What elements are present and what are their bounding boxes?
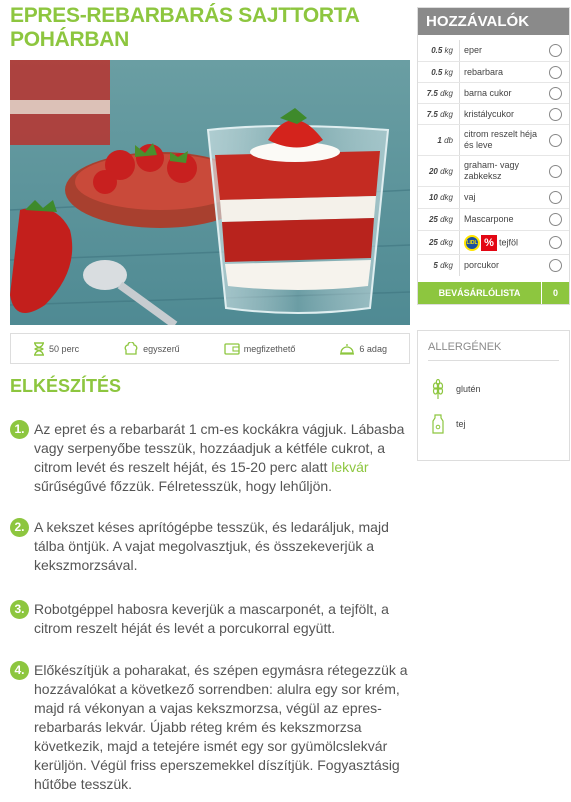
ingredient-qty: 0.5 kg (431, 46, 453, 55)
milk-icon (432, 414, 444, 434)
ingredient-row[interactable]: 25 dkg Mascarpone (418, 208, 569, 230)
step-text: Robotgéppel habosra keverjük a mascarpon… (34, 601, 389, 636)
ingredient-row[interactable]: 10 dkg vaj (418, 186, 569, 208)
ingredient-checkbox[interactable] (549, 133, 562, 147)
wheat-icon (432, 379, 444, 399)
difficulty-info: egyszerű (123, 341, 180, 356)
ingredient-checkbox[interactable] (549, 107, 562, 121)
ingredient-name-text: tejföl (499, 236, 519, 247)
ingredient-qty: 0.5 kg (431, 67, 453, 77)
cost-label: megfizethető (243, 343, 296, 354)
allergens-heading: ALLERGÉNEK (428, 341, 559, 361)
recipe-title: EPRES-REBARBARÁS SAJTTORTA POHÁRBAN (10, 4, 359, 51)
cost-info: megfizethető (224, 342, 296, 355)
percent-icon: % (481, 234, 497, 251)
allergen-item: glutén (432, 379, 481, 399)
step-number: 3. (10, 600, 29, 619)
shopping-list-count: 0 (541, 282, 569, 304)
ingredient-name: kristálycukor (464, 108, 515, 119)
time-info: 50 perc (33, 341, 80, 356)
wallet-icon (224, 343, 240, 355)
servings-info: 6 adag (339, 343, 387, 355)
preparation-heading: ELKÉSZÍTÉS (10, 376, 122, 396)
ingredient-qty: 5 dkg (433, 261, 453, 270)
ingredient-checkbox[interactable] (549, 191, 562, 204)
ingredient-name: vaj (464, 192, 476, 202)
ingredient-qty: 1 db (437, 135, 453, 145)
lidl-logo-icon: LIDL (464, 234, 480, 251)
step-text: Előkészítjük a poharakat, és szépen egym… (34, 662, 408, 792)
ingredient-qty: 25 dkg (428, 215, 453, 224)
ingredient-row[interactable]: 1 db citrom reszelt héja és leve (418, 124, 569, 155)
ingredient-qty: 7.5 dkg (426, 109, 453, 119)
chef-hat-icon (124, 341, 138, 355)
step-number: 4. (10, 661, 29, 680)
ingredient-row[interactable]: 0.5 kg eper (418, 40, 569, 61)
ingredient-row[interactable]: 0.5 kg rebarbara (418, 61, 569, 82)
ingredient-name: LIDL% tejföl (464, 234, 549, 251)
ingredient-checkbox[interactable] (549, 164, 562, 178)
step-1-text-after: sűrűségűvé főzzük. Félretesszük, hogy le… (34, 478, 333, 494)
ingredient-checkbox[interactable] (549, 44, 562, 57)
ingredient-name: barna cukor (464, 87, 512, 98)
ingredient-name: Mascarpone (464, 214, 514, 224)
ingredient-row[interactable]: 20 dkg graham- vagy zabkeksz (418, 155, 569, 186)
shopping-list-button[interactable]: BEVÁSÁRLÓLISTA 0 (418, 282, 569, 304)
ingredient-name: porcukor (464, 260, 500, 270)
ingredient-name: rebarbara (464, 66, 504, 77)
ingredient-name: eper (464, 45, 483, 55)
ingredient-checkbox[interactable] (549, 86, 562, 100)
ingredient-qty: 10 dkg (428, 193, 453, 202)
time-label: 50 perc (49, 343, 80, 354)
servings-label: 6 adag (359, 343, 387, 354)
ingredient-checkbox[interactable] (549, 259, 562, 272)
ingredient-row[interactable]: 25 dkg LIDL% tejföl (418, 230, 569, 254)
difficulty-label: egyszerű (143, 343, 180, 354)
allergen-name: tej (456, 419, 466, 429)
ingredient-name: citrom reszelt héja és leve (464, 129, 538, 150)
step-text: Az epret és a rebarbarát 1 cm-es kockákr… (10, 420, 410, 496)
cloche-icon (340, 343, 355, 355)
ingredients-panel: HOZZÁVALÓK 0.5 kg eper 0.5 kg rebarbara … (417, 7, 570, 305)
ingredient-qty: 20 dkg (428, 166, 453, 176)
ingredients-heading: HOZZÁVALÓK (418, 8, 569, 35)
step-3: 3. Robotgéppel habosra keverjük a mascar… (10, 600, 410, 638)
step-number: 1. (10, 420, 29, 439)
ingredient-checkbox[interactable] (549, 236, 562, 249)
allergen-name: glutén (456, 384, 481, 394)
lidl-badge[interactable]: LIDL% (464, 234, 497, 251)
hourglass-icon (34, 341, 45, 356)
ingredient-row[interactable]: 5 dkg porcukor (418, 254, 569, 276)
ingredient-row[interactable]: 7.5 dkg barna cukor (418, 82, 569, 103)
ingredient-row[interactable]: 7.5 dkg kristálycukor (418, 103, 569, 124)
allergens-panel: ALLERGÉNEK glutén tej (417, 330, 570, 461)
step-text: A kekszet késes aprítógépbe tesszük, és … (34, 519, 389, 573)
ingredient-qty: 25 dkg (428, 238, 453, 247)
ingredient-checkbox[interactable] (549, 65, 562, 79)
ingredient-checkbox[interactable] (549, 213, 562, 226)
recipe-photo (10, 60, 410, 325)
step-2: 2. A kekszet késes aprítógépbe tesszük, … (10, 518, 410, 575)
ingredient-name: graham- vagy zabkeksz (464, 160, 520, 181)
step-number: 2. (10, 518, 29, 537)
step-4: 4. Előkészítjük a poharakat, és szépen e… (10, 661, 410, 794)
ingredient-qty: 7.5 dkg (426, 88, 453, 98)
shopping-list-label: BEVÁSÁRLÓLISTA (438, 288, 521, 298)
lekvar-link[interactable]: lekvár (331, 459, 368, 475)
recipe-info-bar: 50 perc egyszerű megfizethető 6 adag (10, 333, 410, 364)
allergen-item: tej (432, 414, 466, 434)
step-1: 1. Az epret és a rebarbarát 1 cm-es kock… (10, 420, 410, 496)
